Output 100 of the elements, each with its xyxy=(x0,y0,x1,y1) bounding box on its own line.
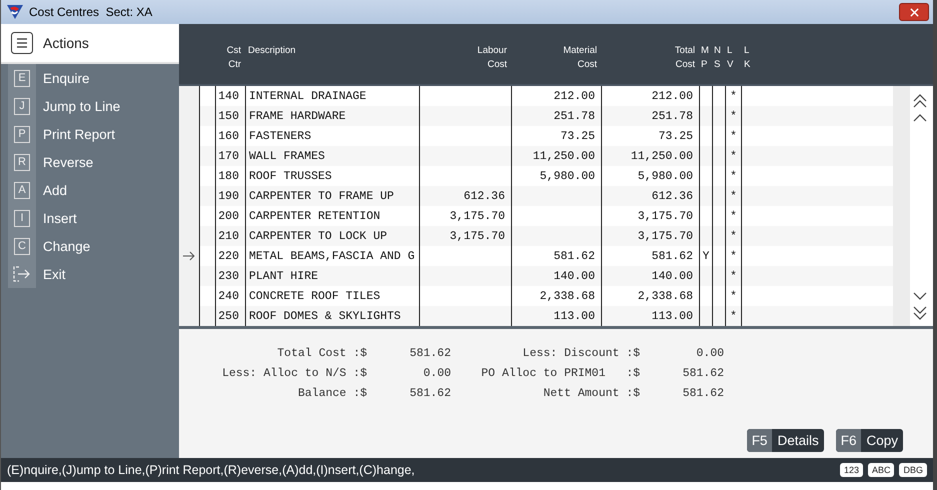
lv-cell: * xyxy=(730,290,737,302)
function-key-button[interactable]: F6 Copy xyxy=(836,429,903,452)
table-row[interactable]: 250 ROOF DOMES & SKYLIGHTS 113.00 113.00 * xyxy=(179,306,893,326)
column-header[interactable]: L V xyxy=(727,44,737,72)
summary-label: Nett Amount :$ xyxy=(542,386,640,402)
shortcut-key: C xyxy=(14,238,30,254)
code-cell: 140 xyxy=(218,90,239,102)
total-cost-cell: 2,338.68 xyxy=(638,290,693,302)
description-cell: WALL FRAMES xyxy=(249,150,325,162)
lv-cell: * xyxy=(730,270,737,282)
code-cell: 200 xyxy=(218,210,239,222)
mode-indicator: ABC xyxy=(868,463,894,477)
description-cell: CARPENTER TO FRAME UP xyxy=(249,190,394,202)
code-cell: 240 xyxy=(218,290,239,302)
material-cost-cell: 11,250.00 xyxy=(532,150,595,162)
description-cell: INTERNAL DRAINAGE xyxy=(249,90,366,102)
labour-cost-cell: 3,175.70 xyxy=(450,210,505,222)
close-icon xyxy=(910,8,918,16)
total-cost-cell: 3,175.70 xyxy=(638,230,693,242)
column-header[interactable]: Labour Cost xyxy=(422,44,507,72)
column-header[interactable]: Total Cost xyxy=(604,44,695,72)
sidebar-item[interactable]: A Add xyxy=(8,176,179,204)
lv-cell: * xyxy=(730,150,737,162)
sidebar-item[interactable]: C Change xyxy=(8,232,179,260)
labour-cost-cell: 3,175.70 xyxy=(450,230,505,242)
table-row[interactable]: 230 PLANT HIRE 140.00 140.00 * xyxy=(179,266,893,286)
code-cell: 230 xyxy=(218,270,239,282)
total-cost-cell: 612.36 xyxy=(652,190,693,202)
table-row[interactable]: 210 CARPENTER TO LOCK UP 3,175.70 3,175.70 * xyxy=(179,226,893,246)
code-cell: 250 xyxy=(218,310,239,322)
total-cost-cell: 3,175.70 xyxy=(638,210,693,222)
summary-label: Less: Alloc to N/S :$ xyxy=(221,366,367,382)
total-cost-cell: 5,980.00 xyxy=(638,170,693,182)
sidebar-item[interactable]: E Enquire xyxy=(8,64,179,92)
total-cost-cell: 212.00 xyxy=(652,90,693,102)
actions-title: Actions xyxy=(43,35,89,51)
table-row[interactable]: 170 WALL FRAMES 11,250.00 11,250.00 * xyxy=(179,146,893,166)
scroll-bottom-icon[interactable] xyxy=(913,306,927,320)
shortcut-key: E xyxy=(14,70,30,86)
menu-icon[interactable] xyxy=(11,32,33,54)
column-header[interactable]: Description xyxy=(248,44,415,58)
lv-cell: * xyxy=(730,110,737,122)
shortcut-key: R xyxy=(14,154,30,170)
status-text: (E)nquire,(J)ump to Line,(P)rint Report,(R)everse,(A)dd,(I)nsert,(C)hange, xyxy=(7,463,415,477)
material-cost-cell: 212.00 xyxy=(554,90,595,102)
material-cost-cell: 113.00 xyxy=(554,310,595,322)
description-cell: ROOF TRUSSES xyxy=(249,170,332,182)
sidebar-item[interactable]: I Insert xyxy=(8,204,179,232)
sidebar-item[interactable]: Exit xyxy=(8,260,179,288)
total-cost-cell: 251.78 xyxy=(652,110,693,122)
summary-label: Total Cost :$ xyxy=(276,346,367,362)
description-cell: CARPENTER RETENTION xyxy=(249,210,380,222)
lv-cell: * xyxy=(730,90,737,102)
code-cell: 220 xyxy=(218,250,239,262)
summary-label: Balance :$ xyxy=(296,386,367,402)
exit-icon xyxy=(13,266,31,282)
material-cost-cell: 581.62 xyxy=(554,250,595,262)
scroll-top-icon[interactable] xyxy=(913,94,927,108)
description-cell: ROOF DOMES & SKYLIGHTS xyxy=(249,310,401,322)
code-cell: 180 xyxy=(218,170,239,182)
material-cost-cell: 251.78 xyxy=(554,110,595,122)
window-title: Cost Centres Sect: XA xyxy=(29,5,152,19)
table-row[interactable]: 190 CARPENTER TO FRAME UP 612.36 612.36 * xyxy=(179,186,893,206)
lv-cell: * xyxy=(730,310,737,322)
summary-value: 581.62 xyxy=(408,386,451,402)
sidebar-item[interactable]: P Print Report xyxy=(8,120,179,148)
material-cost-cell: 5,980.00 xyxy=(540,170,595,182)
lv-cell: * xyxy=(730,210,737,222)
description-cell: CONCRETE ROOF TILES xyxy=(249,290,380,302)
sidebar-item[interactable]: J Jump to Line xyxy=(8,92,179,120)
column-header[interactable]: Cst Ctr xyxy=(218,44,241,72)
column-header[interactable]: M P xyxy=(701,44,708,72)
total-cost-cell: 113.00 xyxy=(652,310,693,322)
shortcut-key: A xyxy=(14,182,30,198)
column-header[interactable]: N S xyxy=(714,44,721,72)
sidebar-item[interactable]: R Reverse xyxy=(8,148,179,176)
function-key-button[interactable]: F5 Details xyxy=(746,429,824,452)
total-cost-cell: 73.25 xyxy=(658,130,693,142)
lv-cell: * xyxy=(730,250,737,262)
shortcut-key: J xyxy=(14,98,30,114)
summary-label: Less: Discount :$ xyxy=(522,346,640,362)
lv-cell: * xyxy=(730,230,737,242)
total-cost-cell: 581.62 xyxy=(652,250,693,262)
column-header[interactable]: Material Cost xyxy=(514,44,597,72)
summary-value: 581.62 xyxy=(682,386,724,402)
shortcut-key: I xyxy=(14,210,30,226)
mode-indicator: DBG xyxy=(899,463,927,477)
description-cell: PLANT HIRE xyxy=(249,270,318,282)
code-cell: 160 xyxy=(218,130,239,142)
scroll-down-icon[interactable] xyxy=(913,292,927,300)
code-cell: 150 xyxy=(218,110,239,122)
summary-value: 0.00 xyxy=(422,366,451,382)
description-cell: FASTENERS xyxy=(249,130,312,142)
material-cost-cell: 73.25 xyxy=(560,130,595,142)
table-row[interactable]: 150 FRAME HARDWARE 251.78 251.78 * xyxy=(179,106,893,126)
scroll-up-icon[interactable] xyxy=(913,114,927,122)
lv-cell: * xyxy=(730,130,737,142)
close-button[interactable] xyxy=(899,3,929,21)
summary-value: 581.62 xyxy=(408,346,451,362)
column-header[interactable]: L K xyxy=(744,44,888,72)
